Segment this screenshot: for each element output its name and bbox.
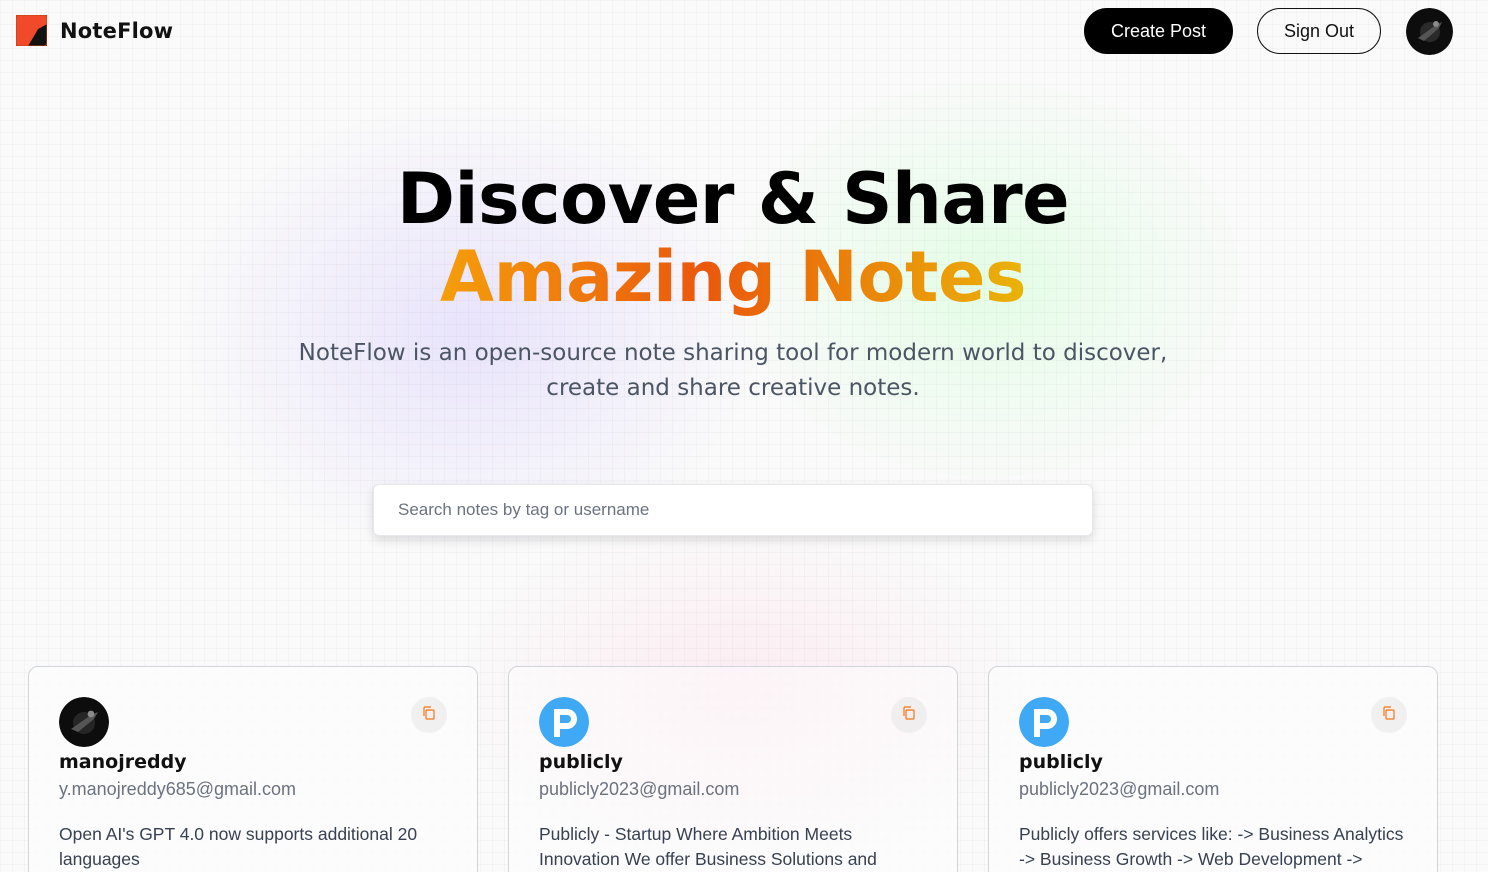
copy-icon xyxy=(1382,705,1396,725)
noteflow-logo-icon xyxy=(15,14,48,47)
note-card[interactable]: publicly publicly2023@gmail.com Publicly… xyxy=(988,666,1438,872)
card-username[interactable]: manojreddy xyxy=(59,751,187,773)
brand-logo-link[interactable]: NoteFlow xyxy=(15,14,174,47)
copy-button[interactable] xyxy=(1371,697,1407,733)
copy-icon xyxy=(902,705,916,725)
card-avatar[interactable] xyxy=(1019,697,1069,747)
hero-description: NoteFlow is an open-source note sharing … xyxy=(298,340,1168,401)
card-email: publicly2023@gmail.com xyxy=(1019,779,1220,799)
card-username[interactable]: publicly xyxy=(1019,751,1103,773)
card-email: y.manojreddy685@gmail.com xyxy=(59,779,297,799)
copy-icon xyxy=(422,705,436,725)
card-avatar[interactable] xyxy=(59,697,109,747)
brand-name: NoteFlow xyxy=(60,18,174,43)
note-card[interactable]: manojreddy y.manojreddy685@gmail.com Ope… xyxy=(28,666,478,872)
hero-title-line1: Discover & Share xyxy=(396,158,1070,240)
hero-title: Discover & Share Amazing Notes xyxy=(0,160,1466,316)
card-note-text: Publicly - Startup Where Ambition Meets … xyxy=(539,824,877,869)
card-email: publicly2023@gmail.com xyxy=(539,779,740,799)
note-card[interactable]: publicly publicly2023@gmail.com Publicly… xyxy=(508,666,958,872)
search-input[interactable] xyxy=(373,484,1093,536)
card-avatar[interactable] xyxy=(539,697,589,747)
create-post-button[interactable]: Create Post xyxy=(1084,8,1233,54)
hero-title-line2: Amazing Notes xyxy=(439,236,1027,318)
user-avatar[interactable] xyxy=(1406,8,1453,55)
copy-button[interactable] xyxy=(891,697,927,733)
card-note-text: Open AI's GPT 4.0 now supports additiona… xyxy=(59,824,418,869)
copy-button[interactable] xyxy=(411,697,447,733)
card-note-text: Publicly offers services like: -> Busine… xyxy=(1019,824,1404,869)
top-nav: NoteFlow Create Post Sign Out xyxy=(0,0,1488,64)
card-username[interactable]: publicly xyxy=(539,751,623,773)
sign-out-button[interactable]: Sign Out xyxy=(1257,8,1381,54)
